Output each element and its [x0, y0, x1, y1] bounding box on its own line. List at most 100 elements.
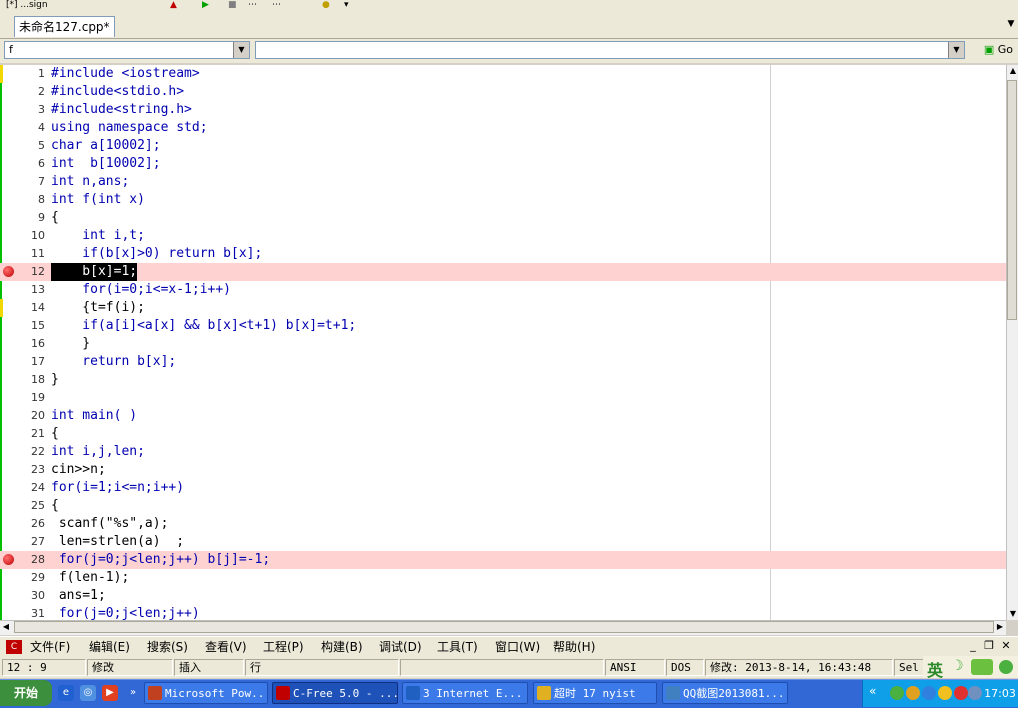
code-line[interactable]: 4 using namespace std; [0, 119, 1006, 137]
code-line[interactable]: 7 int n,ans; [0, 173, 1006, 191]
code-line[interactable]: 17 return b[x]; [0, 353, 1006, 371]
code-line[interactable]: 18} [0, 371, 1006, 389]
taskbar-app-icon [276, 686, 290, 700]
code-text: if(b[x]>0) return b[x]; [51, 246, 263, 261]
taskbar-button[interactable]: QQ截图2013081... [662, 682, 788, 704]
ime-moon-icon[interactable]: ☽ [951, 658, 964, 674]
taskbar-button[interactable]: Microsoft Pow... [144, 682, 268, 704]
go-button[interactable]: ▣ Go [981, 41, 1016, 59]
code-text: #include<stdio.h> [51, 84, 185, 99]
tray-ime-icon[interactable] [922, 686, 936, 700]
code-line[interactable]: 15 if(a[i]<a[x] && b[x]<t+1) b[x]=t+1; [0, 317, 1006, 335]
run-icon[interactable]: ▶ [202, 0, 209, 10]
menu-item[interactable]: 帮助(H) [553, 638, 595, 656]
code-line[interactable]: 27 len=strlen(a) ; [0, 533, 1006, 551]
desktop-quicklaunch-icon[interactable]: ◎ [80, 685, 96, 701]
code-line[interactable]: 30 ans=1; [0, 587, 1006, 605]
tray-qq-icon[interactable] [906, 686, 920, 700]
tab-file[interactable]: 未命名127.cpp* [14, 16, 115, 37]
scroll-left-icon[interactable]: ◀ [0, 621, 12, 633]
start-button[interactable]: 开始 [0, 680, 52, 706]
menu-item[interactable]: 工程(P) [263, 638, 304, 656]
code-line[interactable]: 9{ [0, 209, 1006, 227]
taskbar-label: QQ截图2013081... [683, 687, 785, 700]
menu-item[interactable]: 窗口(W) [495, 638, 540, 656]
bookmark-icon[interactable]: ● [322, 0, 330, 10]
taskbar-button[interactable]: C-Free 5.0 - ... [272, 682, 398, 704]
code-text: f(len-1); [51, 570, 130, 585]
toolbar-dropdown-icon[interactable]: ▾ [344, 0, 349, 10]
scroll-right-icon[interactable]: ▶ [994, 621, 1006, 633]
code-line[interactable]: 3 #include<string.h> [0, 101, 1006, 119]
code-line[interactable]: 20 int main( ) [0, 407, 1006, 425]
code-line[interactable]: 6 int b[10002]; [0, 155, 1006, 173]
code-line[interactable]: 19 [0, 389, 1006, 407]
code-line[interactable]: 2 #include<stdio.h> [0, 83, 1006, 101]
code-line[interactable]: 1 #include <iostream> [0, 65, 1006, 83]
ie-quicklaunch-icon[interactable]: e [58, 685, 74, 701]
taskbar-button[interactable]: 3 Internet E... [402, 682, 528, 704]
code-line[interactable]: 31 for(j=0;j<len;j++) [0, 605, 1006, 620]
chevron-down-icon[interactable]: ▼ [948, 42, 964, 58]
code-line[interactable]: 8 int f(int x) [0, 191, 1006, 209]
menu-item[interactable]: 调试(D) [379, 638, 422, 656]
quicklaunch-expand-icon[interactable]: » [125, 685, 141, 701]
scroll-down-icon[interactable]: ▼ [1007, 608, 1018, 620]
debug-step-icon[interactable]: ⋯ [248, 0, 257, 10]
code-line[interactable]: 12 b[x]=1; [0, 263, 1006, 281]
taskbar-app-icon [537, 686, 551, 700]
code-line[interactable]: 22 int i,j,len; [0, 443, 1006, 461]
debug-step-over-icon[interactable]: ⋯ [272, 0, 281, 10]
line-number: 10 [31, 229, 45, 242]
code-line[interactable]: 5 char a[10002]; [0, 137, 1006, 155]
code-line[interactable]: 23 cin>>n; [0, 461, 1006, 479]
tray-expand-icon[interactable]: « [869, 684, 876, 698]
stop-icon[interactable]: ■ [228, 0, 237, 10]
menu-item[interactable]: 查看(V) [205, 638, 247, 656]
code-line[interactable]: 14 {t=f(i); [0, 299, 1006, 317]
minimize-icon[interactable]: _ [966, 638, 980, 654]
line-ending: DOS [666, 659, 704, 676]
code-editor[interactable]: 1 #include <iostream> 2 #include<stdio.h> 3 #… [0, 65, 1006, 620]
code-line[interactable]: 24 for(i=1;i<=n;i++) [0, 479, 1006, 497]
app-icon[interactable]: C [6, 640, 22, 654]
code-line[interactable]: 21 { [0, 425, 1006, 443]
code-line[interactable]: 26 scanf("%s",a); [0, 515, 1006, 533]
chevron-down-icon[interactable]: ▼ [233, 42, 249, 58]
ime-settings-icon[interactable] [999, 660, 1013, 674]
menu-item[interactable]: 编辑(E) [89, 638, 130, 656]
code-line[interactable]: 11 if(b[x]>0) return b[x]; [0, 245, 1006, 263]
selection-mode: Sel [894, 659, 924, 676]
restore-icon[interactable]: ❐ [982, 638, 996, 654]
vertical-scroll-thumb[interactable] [1007, 80, 1017, 320]
code-line[interactable]: 13 for(i=0;i<=x-1;i++) [0, 281, 1006, 299]
menu-item[interactable]: 文件(F) [30, 638, 70, 656]
horizontal-scroll-thumb[interactable] [14, 621, 994, 633]
breakpoint-icon[interactable] [3, 554, 14, 565]
breakpoint-icon[interactable] [3, 266, 14, 277]
taskbar-button[interactable]: 超时 17 nyist [533, 682, 657, 704]
scroll-up-icon[interactable]: ▲ [1007, 65, 1018, 77]
tray-network-icon[interactable] [890, 686, 904, 700]
tray-volume-icon[interactable] [968, 686, 982, 700]
tab-bar [0, 12, 1018, 39]
code-line[interactable]: 25 { [0, 497, 1006, 515]
code-line[interactable]: 10 int i,t; [0, 227, 1006, 245]
function-selector[interactable]: f ▼ [4, 41, 250, 59]
code-line[interactable]: 29 f(len-1); [0, 569, 1006, 587]
media-quicklaunch-icon[interactable]: ▶ [102, 685, 118, 701]
code-line[interactable]: 28 for(j=0;j<len;j++) b[j]=-1; [0, 551, 1006, 569]
menu-item[interactable]: 构建(B) [321, 638, 363, 656]
tab-list-dropdown-icon[interactable]: ▼ [1004, 16, 1018, 32]
menu-item[interactable]: 搜索(S) [147, 638, 188, 656]
ime-toolbar[interactable]: 英 ☽ [923, 656, 1018, 680]
compile-run-icon[interactable]: ▲ [170, 0, 177, 10]
menu-item[interactable]: 工具(T) [437, 638, 478, 656]
tray-security-icon[interactable] [938, 686, 952, 700]
close-icon[interactable]: ✕ [999, 638, 1013, 654]
code-line[interactable]: 16 } [0, 335, 1006, 353]
symbol-selector-bar: f ▼ ▼ ▣ Go [0, 39, 1018, 63]
ime-mode-icon[interactable] [971, 659, 993, 675]
class-selector[interactable]: ▼ [255, 41, 965, 59]
tray-antivirus-icon[interactable] [954, 686, 968, 700]
